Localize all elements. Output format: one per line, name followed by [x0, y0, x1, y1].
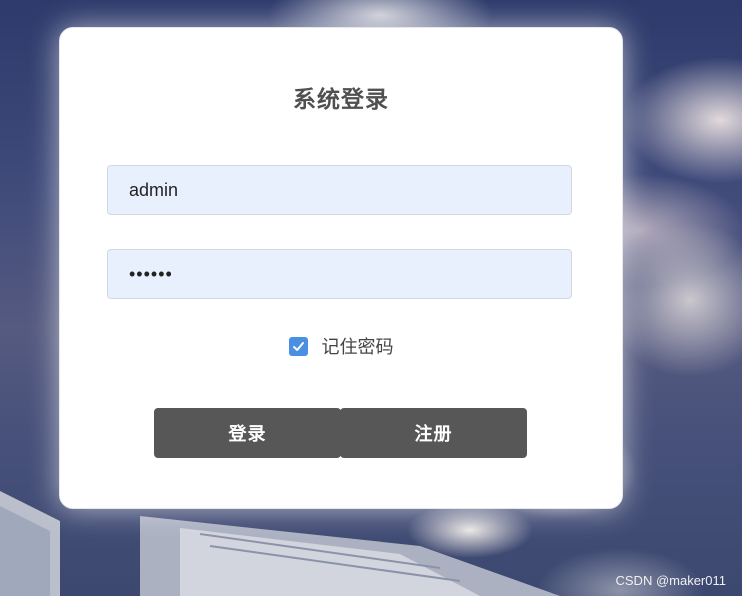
remember-label: 记住密码 [321, 337, 394, 358]
login-card: 系统登录 记住密码 登录 注册 [59, 27, 623, 509]
login-button[interactable]: 登录 [154, 408, 341, 458]
watermark: CSDN @maker011 [615, 573, 727, 588]
password-input[interactable] [107, 249, 572, 299]
remember-password-row: 记住密码 [60, 333, 622, 359]
checkmark-icon [292, 341, 304, 351]
remember-checkbox[interactable] [288, 336, 308, 356]
username-input[interactable] [107, 165, 572, 215]
register-button[interactable]: 注册 [340, 408, 527, 458]
page-title: 系统登录 [293, 87, 389, 113]
